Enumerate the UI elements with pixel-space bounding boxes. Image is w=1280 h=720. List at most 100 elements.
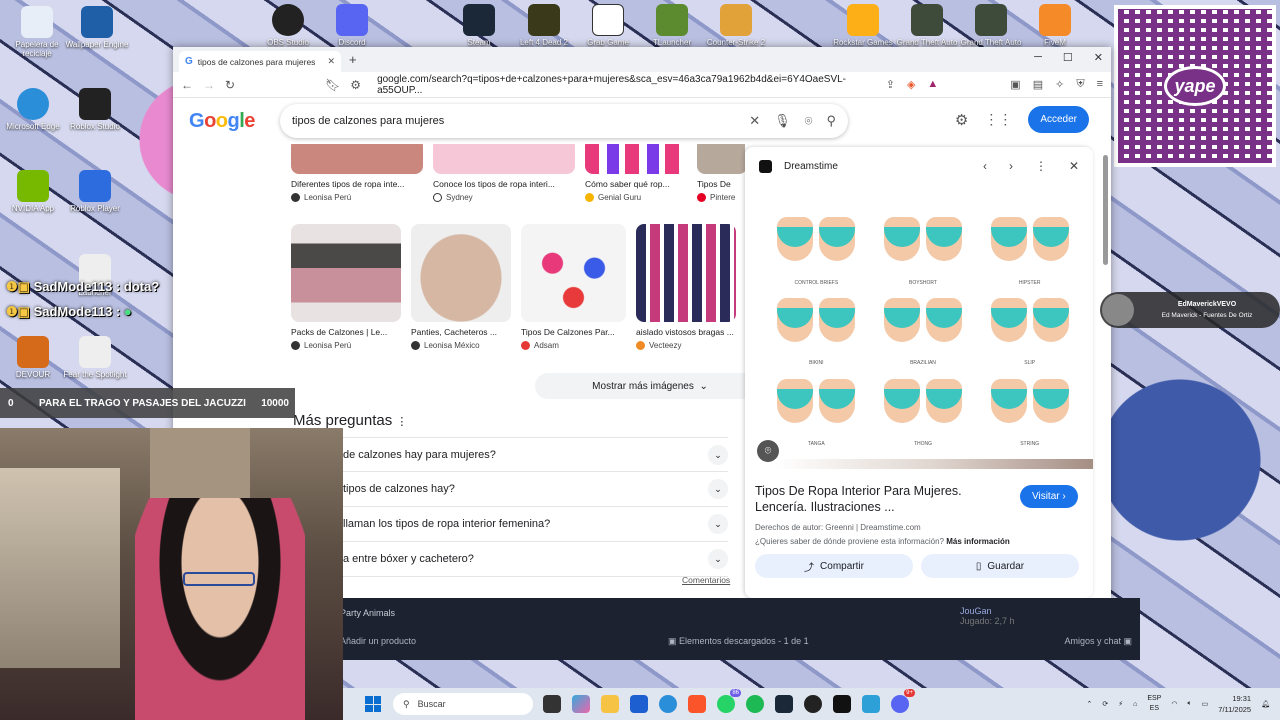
clock[interactable]: 19:31 7/11/2025 <box>1218 693 1251 716</box>
desktop-icon-gta-1[interactable]: Grand Theft Auto <box>890 4 964 48</box>
chevron-down-icon[interactable]: ⌄ <box>708 444 728 465</box>
downloads-status[interactable]: ▣ Elementos descargados - 1 de 1 <box>668 636 809 647</box>
desktop-icon-gta-2[interactable]: Grand Theft Auto <box>954 4 1028 48</box>
sign-in-button[interactable]: Acceder <box>1028 106 1089 133</box>
desktop-icon-rockstar[interactable]: Rockstar Games <box>826 4 900 48</box>
back-icon[interactable]: ← <box>181 78 193 92</box>
battery-icon[interactable]: ▭ <box>1202 700 1209 708</box>
desktop-icon-l4d2[interactable]: Left 4 Dead 2 <box>507 4 581 48</box>
volume-icon[interactable]: 🔈︎ <box>1187 700 1191 708</box>
discord-icon[interactable]: 9+ <box>891 689 915 713</box>
image-result-card[interactable]: Cómo saber qué rop... Genial Guru <box>585 144 687 202</box>
wifi-icon[interactable]: ◠ <box>1171 700 1177 708</box>
preview-image[interactable]: CONTROL BRIEFS BOYSHORT HIPSTER BIKINI B… <box>755 191 1091 461</box>
notepad-icon[interactable] <box>862 695 880 713</box>
edge-icon[interactable] <box>659 695 677 713</box>
desktop-icon-discord[interactable]: Discord <box>315 4 389 48</box>
browser-tab[interactable]: G tipos de calzones para mujeres ✕ <box>179 51 341 72</box>
friend-entry[interactable]: JouGan Jugado: 2,7 h <box>960 606 1015 626</box>
settings-gear-icon[interactable]: ⚙︎ <box>955 111 968 129</box>
close-window-icon[interactable]: ✕ <box>1094 51 1103 64</box>
more-info-link[interactable]: Más información <box>946 537 1010 546</box>
search-input[interactable]: tipos de calzones para mujeres ✕ 🎙︎ ⌾ ⚲ <box>280 104 848 138</box>
image-result-card[interactable]: Packs de Calzones | Le... Leonisa Perú <box>291 224 401 350</box>
desktop-icon-fear-spotlight[interactable]: Fear the Spotlight <box>58 336 132 380</box>
previous-image-icon[interactable]: ‹ <box>983 159 987 173</box>
notifications-icon[interactable]: 🔔︎ <box>1261 700 1270 708</box>
brave-icon[interactable] <box>688 695 706 713</box>
image-result-card[interactable]: Conoce los tipos de ropa interi... Sydney <box>433 144 575 202</box>
image-result-card[interactable]: aislado vistosos bragas ... Vecteezy <box>636 224 736 350</box>
desktop-icon-roblox-player[interactable]: Roblox Player <box>58 170 132 214</box>
desktop-icon-cs2[interactable]: Counter-Strike 2 <box>699 4 773 48</box>
add-product-link[interactable]: Añadir un producto <box>340 636 416 646</box>
desktop-icon-fivem[interactable]: FiveM <box>1018 4 1092 48</box>
google-logo[interactable]: Google <box>189 110 255 133</box>
file-explorer-icon[interactable] <box>601 695 619 713</box>
language-indicator[interactable]: ESP ES <box>1147 694 1161 714</box>
desktop-icon-roblox-studio[interactable]: Roblox Studio <box>58 88 132 132</box>
brave-shield-icon[interactable]: ◈ <box>907 78 915 91</box>
more-options-icon[interactable]: ⋮ <box>1035 159 1047 173</box>
image-result-card[interactable]: Tipos De Calzones Par... Adsam <box>521 224 626 350</box>
scrollbar[interactable] <box>1103 155 1108 265</box>
desktop-icon-tlauncher[interactable]: TLauncher <box>635 4 709 48</box>
start-windows-icon[interactable] <box>365 696 381 712</box>
maximize-icon[interactable]: ☐ <box>1063 51 1073 64</box>
chevron-up-icon[interactable]: ⌃ <box>1086 700 1092 708</box>
desktop-icon-obs[interactable]: OBS Studio <box>251 4 325 48</box>
leo-icon[interactable]: ✧ <box>1055 78 1064 91</box>
chevron-down-icon[interactable]: ⌄ <box>708 514 728 534</box>
obs-icon[interactable] <box>804 695 822 713</box>
visit-button[interactable]: Visitar › <box>1020 485 1078 508</box>
show-more-images-button[interactable]: Mostrar más imágenes ⌄ <box>535 373 745 399</box>
vpn-icon[interactable]: ⛨ <box>1076 78 1084 91</box>
reload-icon[interactable]: ↻ <box>225 78 235 92</box>
close-tab-icon[interactable]: ✕ <box>327 56 335 67</box>
faq-item[interactable]: tipos de calzones hay? ⌄ <box>293 472 728 507</box>
image-result-card[interactable]: Panties, Cacheteros ... Leonisa México <box>411 224 511 350</box>
steam-game-item[interactable]: Party Animals <box>340 608 395 618</box>
desktop-icon-grab-game[interactable]: Grab Game <box>571 4 645 48</box>
wallet-icon[interactable]: ▤ <box>1033 78 1043 91</box>
image-result-card[interactable]: Diferentes tipos de ropa inte... Leonisa … <box>291 144 423 202</box>
bluetooth-icon[interactable]: ⚡︎ <box>1118 700 1123 708</box>
desktop-icon-wallpaper-engine[interactable]: Wallpaper Engine <box>60 6 134 50</box>
next-image-icon[interactable]: › <box>1009 159 1013 173</box>
share-button[interactable]: ⤴ Compartir <box>755 554 913 578</box>
task-view-icon[interactable] <box>543 695 561 713</box>
share-icon[interactable]: ⇪ <box>886 78 895 91</box>
minimize-icon[interactable]: ─ <box>1034 51 1042 64</box>
desktop-icon-steam[interactable]: Steam <box>442 4 516 48</box>
apps-grid-icon[interactable]: ⋮⋮ <box>984 111 1012 128</box>
taskbar-search[interactable]: ⚲ Buscar <box>393 693 533 715</box>
whatsapp-icon[interactable]: 86 <box>717 689 741 713</box>
menu-icon[interactable]: ≡ <box>1097 78 1103 91</box>
voice-search-icon[interactable]: 🎙︎ <box>774 113 791 129</box>
search-icon[interactable]: ⚲ <box>826 113 836 129</box>
chevron-down-icon[interactable]: ⌄ <box>708 549 728 569</box>
faq-item[interactable]: llaman los tipos de ropa interior femeni… <box>293 507 728 542</box>
new-tab-icon[interactable]: + <box>349 52 357 67</box>
clear-search-icon[interactable]: ✕ <box>749 113 760 129</box>
friends-chat-button[interactable]: Amigos y chat ▣ <box>1064 636 1132 647</box>
forward-icon[interactable]: → <box>203 78 215 92</box>
steam-icon[interactable] <box>775 695 793 713</box>
sync-icon[interactable]: ⟳ <box>1102 700 1108 708</box>
save-button[interactable]: ▯ Guardar <box>921 554 1079 578</box>
image-result-card[interactable]: Tipos De Pintere <box>697 144 745 202</box>
network-icon[interactable]: ⌂ <box>1133 701 1137 708</box>
feedback-link[interactable]: Comentarios <box>682 575 730 585</box>
site-info-icon[interactable]: ⚙︎ <box>350 78 361 92</box>
store-icon[interactable] <box>630 695 648 713</box>
faq-item[interactable]: a entre bóxer y cachetero? ⌄ <box>293 542 728 577</box>
copilot-icon[interactable] <box>572 695 590 713</box>
preview-title[interactable]: Tipos De Ropa Interior Para Mujeres. Len… <box>755 484 1015 515</box>
bookmark-icon[interactable]: 🔖︎ <box>325 78 340 92</box>
close-panel-icon[interactable]: ✕ <box>1069 159 1079 173</box>
brave-rewards-icon[interactable]: ▲ <box>927 78 938 91</box>
terminal-icon[interactable] <box>833 695 851 713</box>
chevron-down-icon[interactable]: ⌄ <box>708 479 728 499</box>
spotify-icon[interactable] <box>746 695 764 713</box>
faq-item[interactable]: de calzones hay para mujeres? ⌄ <box>293 437 728 472</box>
